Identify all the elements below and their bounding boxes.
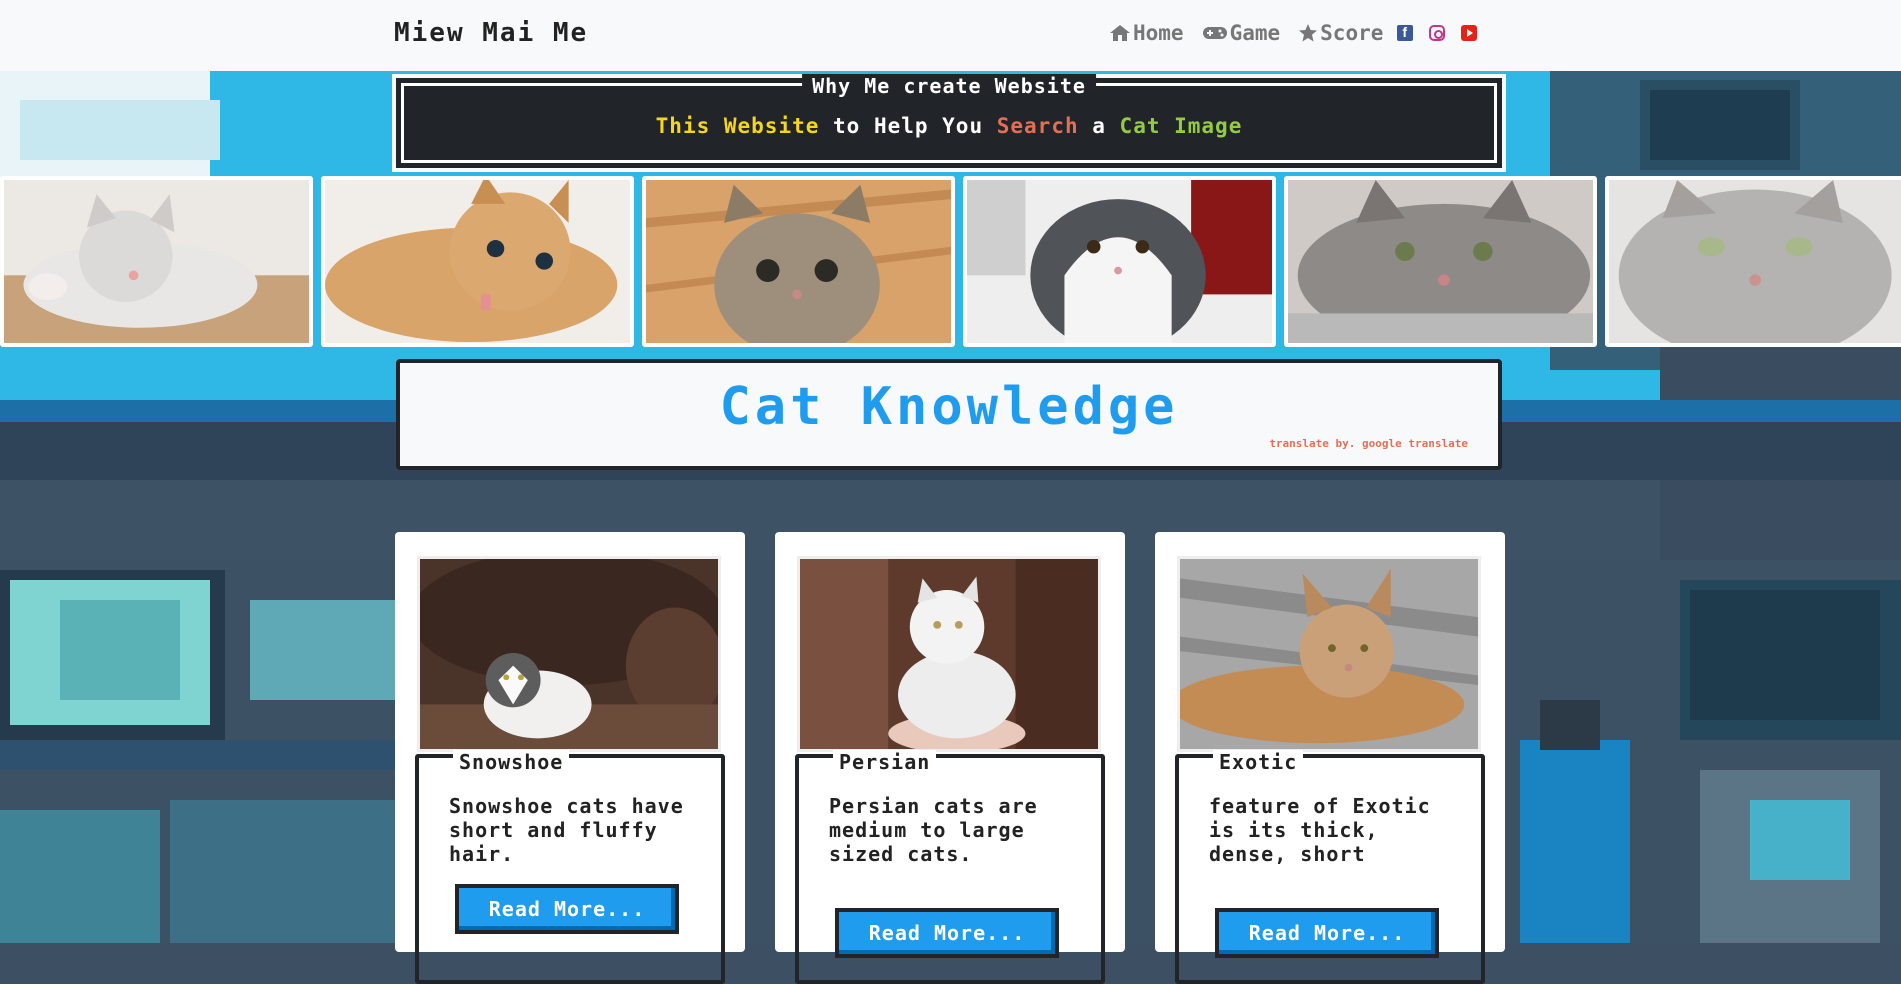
read-more-button[interactable]: Read More... — [1215, 908, 1439, 958]
breed-card-persian: Persian Persian cats are medium to large… — [775, 532, 1125, 984]
breed-photo — [1177, 556, 1481, 752]
breed-title: Snowshoe — [453, 750, 570, 774]
cat-image-carousel — [0, 176, 1901, 347]
breed-card-snowshoe: Snowshoe Snowshoe cats have short and fl… — [395, 532, 745, 984]
breed-card-body: Persian Persian cats are medium to large… — [795, 750, 1105, 984]
nav-score-label: Score — [1320, 21, 1384, 45]
nav-home-label: Home — [1133, 21, 1184, 45]
home-icon — [1110, 25, 1130, 41]
nav-home-link[interactable]: Home — [1109, 21, 1184, 45]
breed-description: Snowshoe cats have short and fluffy hair… — [449, 794, 684, 866]
youtube-icon[interactable] — [1461, 25, 1478, 41]
read-more-button[interactable]: Read More... — [835, 908, 1059, 958]
why-tagline: This Website to Help You Search a Cat Im… — [400, 114, 1498, 138]
breed-card-exotic: Exotic feature of Exotic is its thick, d… — [1155, 532, 1505, 984]
tagline-part: to Help You — [819, 114, 997, 138]
breed-description: feature of Exotic is its thick, dense, s… — [1209, 794, 1431, 866]
tagline-part: Cat Image — [1119, 114, 1243, 138]
why-box: Why Me create Website This Website to He… — [392, 74, 1506, 172]
brand-logo[interactable]: Miew Mai Me — [394, 18, 588, 48]
breed-card-body: Exotic feature of Exotic is its thick, d… — [1175, 750, 1485, 984]
read-more-button[interactable]: Read More... — [455, 884, 679, 934]
nav-links: Home Game Score — [1109, 21, 1493, 45]
knowledge-title: Cat Knowledge — [719, 377, 1179, 437]
breed-title: Exotic — [1213, 750, 1304, 774]
instagram-icon[interactable] — [1429, 25, 1446, 41]
navbar: Miew Mai Me Home Game Score — [0, 0, 1901, 71]
nav-game-label: Game — [1229, 21, 1281, 45]
nav-game-link[interactable]: Game — [1202, 21, 1281, 45]
facebook-icon[interactable] — [1397, 24, 1414, 41]
cat-photo-sleeping-kitten[interactable] — [0, 176, 313, 347]
breed-description: Persian cats are medium to large sized c… — [829, 794, 1038, 866]
social-links — [1397, 24, 1493, 41]
cat-photo-grey-longhair[interactable] — [1284, 176, 1597, 347]
why-title: Why Me create Website — [802, 74, 1096, 98]
tagline-part: Search — [996, 114, 1079, 138]
gamepad-icon — [1202, 27, 1227, 39]
breed-photo — [417, 556, 721, 752]
star-icon — [1299, 24, 1318, 42]
nav-score-link[interactable]: Score — [1298, 21, 1383, 45]
breed-card-body: Snowshoe Snowshoe cats have short and fl… — [415, 750, 725, 984]
cat-photo-silver[interactable] — [1605, 176, 1901, 347]
cat-photo-black-white[interactable] — [963, 176, 1276, 347]
tagline-part: This Website — [655, 114, 820, 138]
breed-photo — [797, 556, 1101, 752]
cat-photo-orange-kitten[interactable] — [321, 176, 634, 347]
cat-photo-tabby-floor[interactable] — [642, 176, 955, 347]
tagline-part: a — [1078, 114, 1120, 138]
translate-note: translate by. google translate — [1269, 437, 1468, 450]
breed-title: Persian — [833, 750, 937, 774]
knowledge-header: Cat Knowledge translate by. google trans… — [396, 359, 1502, 470]
